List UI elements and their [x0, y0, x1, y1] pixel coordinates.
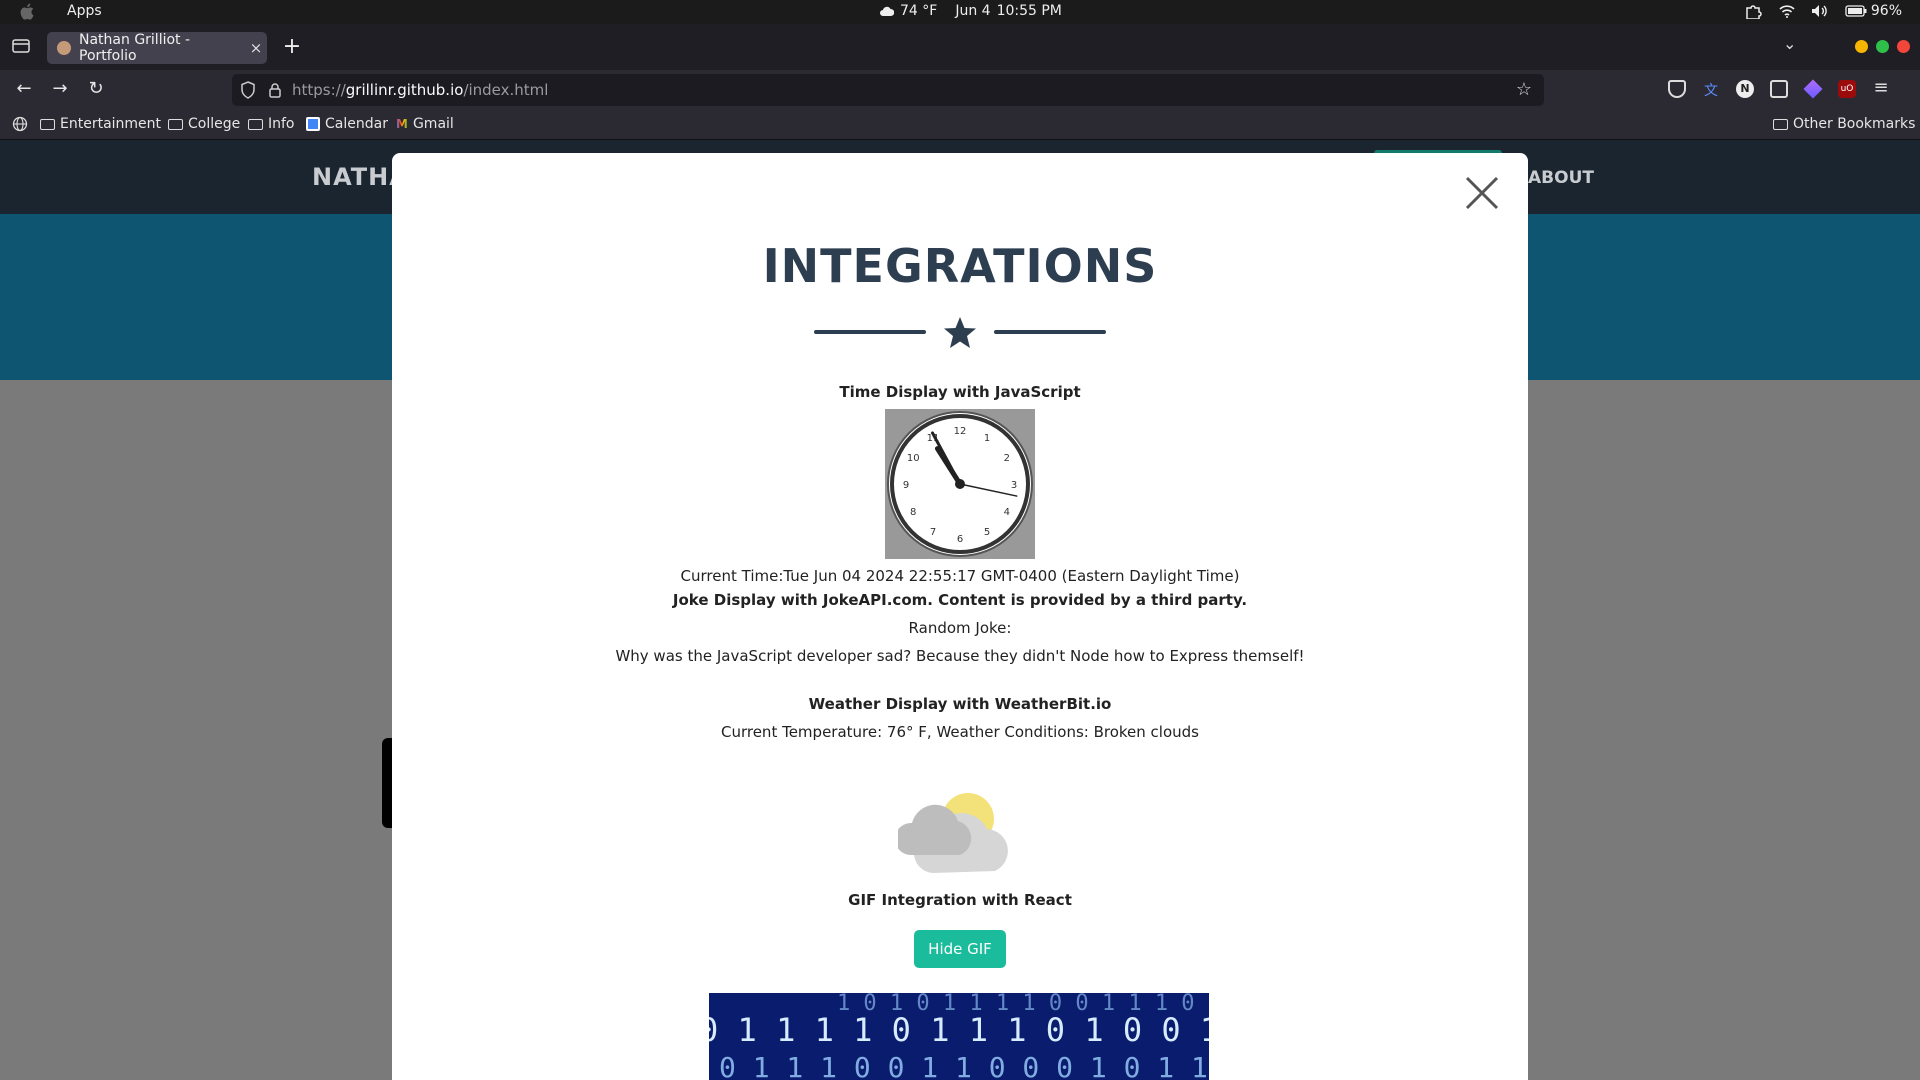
shield-icon[interactable] — [240, 81, 256, 99]
apple-icon[interactable] — [20, 3, 34, 20]
bookmark-college[interactable]: College — [168, 116, 240, 132]
time-heading: Time Display with JavaScript — [839, 383, 1081, 401]
clock-number: 6 — [957, 534, 963, 545]
browser-tab-bar: Nathan Grilliot - Portfolio × + ⌄ — [0, 24, 1920, 70]
clock-number: 8 — [910, 507, 916, 518]
clock-number: 7 — [930, 527, 936, 538]
clock-number: 12 — [954, 426, 967, 437]
ublock-icon[interactable]: uO — [1838, 80, 1856, 98]
battery-indicator[interactable]: 96% — [1845, 3, 1902, 19]
modal-title: INTEGRATIONS — [762, 239, 1158, 293]
firefox-view-icon[interactable] — [12, 38, 30, 54]
folder-icon — [168, 118, 183, 130]
lock-icon[interactable] — [268, 82, 282, 98]
joke-text: Why was the JavaScript developer sad? Be… — [615, 647, 1305, 665]
folder-icon — [40, 118, 55, 130]
folder-icon — [248, 118, 263, 130]
random-joke-label: Random Joke: — [908, 619, 1012, 637]
new-tab-button[interactable]: + — [280, 34, 304, 59]
back-icon[interactable]: ← — [12, 78, 36, 99]
volume-icon[interactable] — [1811, 4, 1829, 18]
integrations-modal: INTEGRATIONS Time Display with JavaScrip… — [392, 153, 1528, 1080]
os-time: 10:55 PM — [996, 3, 1062, 19]
gradient-extension-icon[interactable] — [1803, 79, 1823, 99]
apps-menu[interactable]: Apps — [67, 3, 102, 19]
url-bar[interactable]: https://grillinr.github.io/index.html ☆ — [232, 74, 1544, 106]
bookmark-info[interactable]: Info — [248, 116, 295, 132]
tab-title: Nathan Grilliot - Portfolio — [79, 32, 191, 64]
divider-line-left — [814, 330, 926, 334]
tab-portfolio[interactable]: Nathan Grilliot - Portfolio × — [47, 32, 267, 64]
pocket-icon[interactable] — [1668, 80, 1686, 98]
hide-gif-button[interactable]: Hide GIF — [914, 930, 1006, 968]
clock-number: 1 — [984, 433, 990, 444]
maximize-button[interactable] — [1876, 40, 1889, 53]
bookmark-gmail[interactable]: M Gmail — [396, 116, 454, 132]
bookmark-calendar[interactable]: Calendar — [306, 116, 388, 132]
close-window-button[interactable] — [1897, 40, 1910, 53]
divider-line-right — [994, 330, 1106, 334]
gif-line: 0 1 1 1 1 0 1 1 1 0 1 0 0 1 0 1 0 0 0 1 … — [709, 1011, 1209, 1049]
clock-number: 4 — [1004, 507, 1010, 518]
url-text: https://grillinr.github.io/index.html — [292, 81, 549, 99]
gmail-icon: M — [396, 117, 408, 131]
analog-clock: 12 1 2 3 4 5 6 7 8 9 10 11 — [885, 409, 1035, 559]
clock-number: 10 — [907, 453, 920, 464]
weather-text: Current Temperature: 76° F, Weather Cond… — [720, 723, 1199, 741]
window-controls — [1855, 40, 1910, 53]
reload-icon[interactable]: ↻ — [84, 78, 108, 99]
list-all-tabs-icon[interactable]: ⌄ — [1783, 34, 1796, 53]
clock-weather[interactable]: 74 °F Jun 4 10:55 PM — [880, 3, 1062, 19]
clock-number: 9 — [903, 480, 909, 491]
clock-number: 5 — [984, 527, 990, 538]
gif-heading: GIF Integration with React — [848, 891, 1072, 909]
other-bookmarks[interactable]: Other Bookmarks — [1773, 116, 1915, 132]
battery-icon — [1845, 5, 1867, 17]
forward-icon[interactable]: → — [48, 78, 72, 99]
star-icon — [944, 317, 976, 348]
extension-puzzle-icon[interactable] — [1745, 3, 1763, 19]
tab-close-icon[interactable]: × — [245, 39, 267, 57]
clock-number: 3 — [1011, 480, 1017, 491]
os-menu-bar: Apps 74 °F Jun 4 10:55 PM 96% — [0, 0, 1920, 24]
bookmark-star-icon[interactable]: ☆ — [1516, 79, 1532, 100]
cloud-icon — [880, 6, 894, 16]
clock-number: 2 — [1004, 453, 1010, 464]
browser-toolbar: ← → ↻ https://grillinr.github.io/index.h… — [0, 70, 1920, 110]
globe-icon[interactable] — [12, 116, 28, 132]
broken-clouds-icon — [898, 793, 1008, 873]
bookmark-entertainment[interactable]: Entertainment — [40, 116, 161, 132]
n-extension-icon[interactable]: N — [1736, 80, 1754, 98]
gif-line: 0 1 1 1 0 0 1 1 0 0 0 1 0 1 1 1 0 1 — [719, 1051, 1209, 1080]
current-time-text: Current Time:Tue Jun 04 2024 22:55:17 GM… — [680, 567, 1240, 585]
os-date: Jun 4 — [955, 3, 991, 19]
bookmarks-bar: Entertainment College Info Calendar M Gma… — [0, 110, 1920, 140]
extensions-icon[interactable] — [1770, 80, 1788, 98]
weather-temp: 74 °F — [900, 3, 938, 19]
calendar-icon — [306, 117, 320, 131]
close-icon[interactable] — [1462, 173, 1502, 213]
wifi-icon[interactable] — [1779, 4, 1795, 18]
favicon-icon — [57, 41, 71, 55]
binary-code-gif: 1 0 1 0 1 1 1 1 0 0 1 1 1 0 1 0 1 1 1 1 … — [709, 993, 1209, 1080]
site-nav-about[interactable]: ABOUT — [1528, 168, 1594, 188]
folder-icon — [1773, 118, 1788, 130]
minimize-button[interactable] — [1855, 40, 1868, 53]
weather-heading: Weather Display with WeatherBit.io — [808, 695, 1112, 713]
menu-icon[interactable]: ≡ — [1872, 79, 1890, 98]
translate-icon[interactable]: 文 — [1702, 80, 1720, 99]
battery-percent: 96% — [1870, 3, 1902, 19]
joke-heading: Joke Display with JokeAPI.com. Content i… — [672, 591, 1248, 609]
